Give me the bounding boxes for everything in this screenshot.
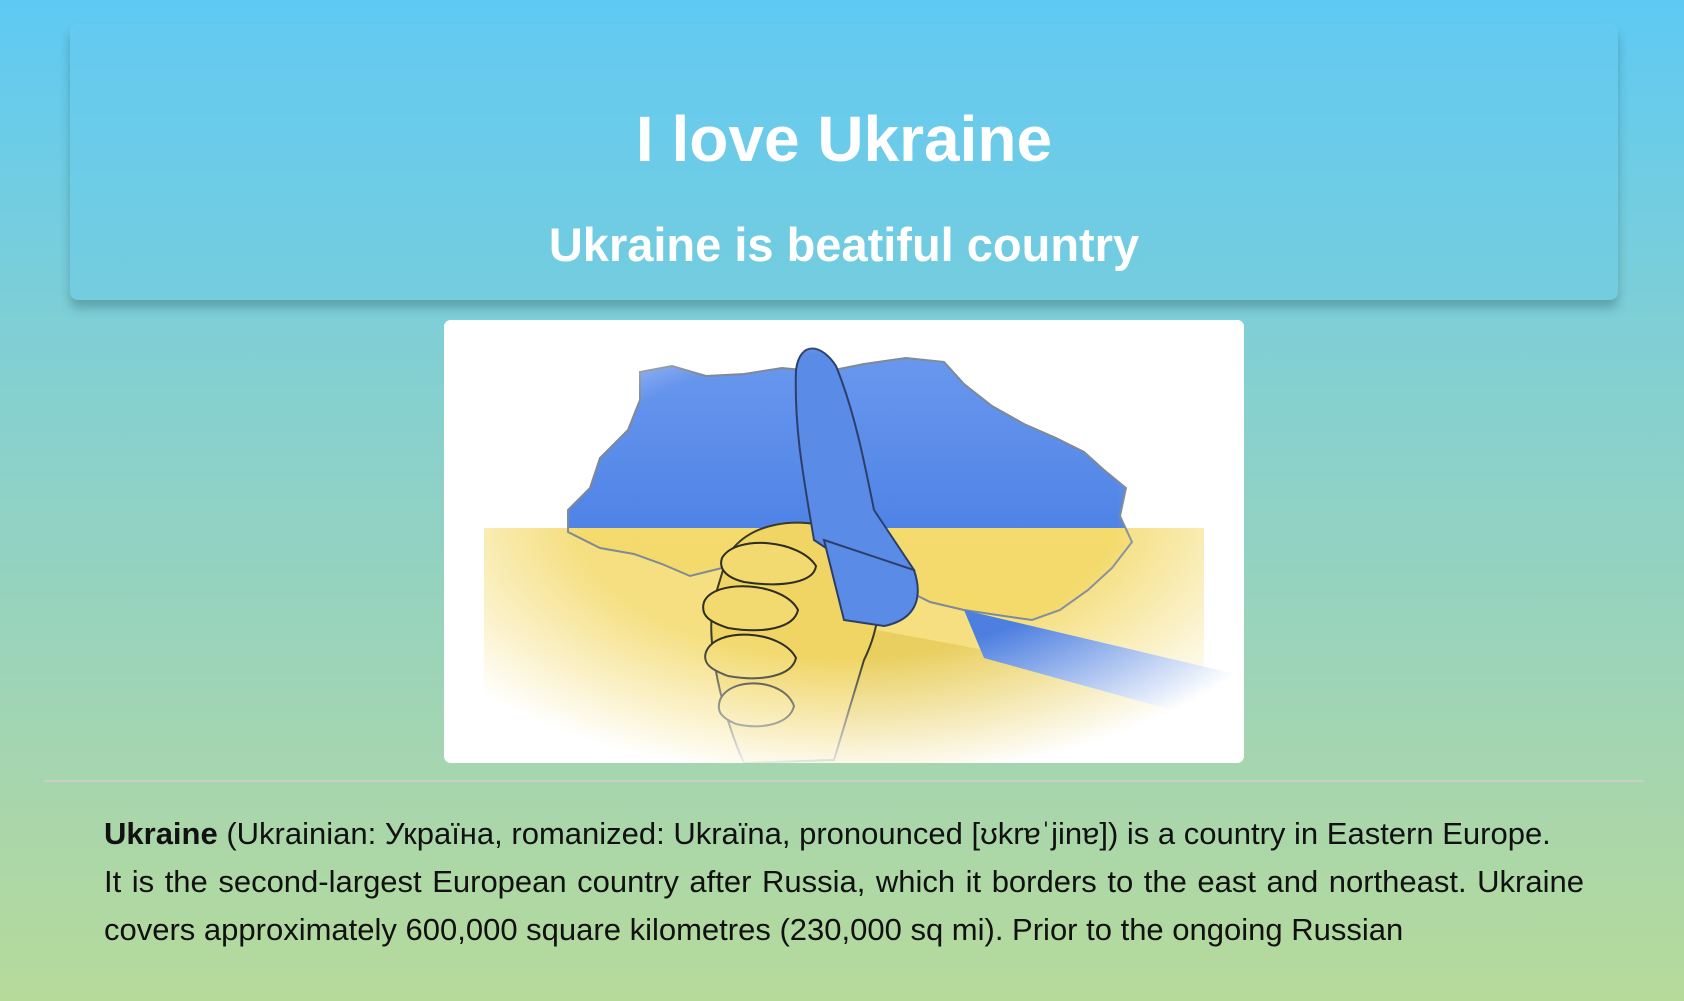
intro-term: Ukraine [104, 816, 218, 851]
second-paragraph: It is the second-largest European countr… [104, 864, 1584, 947]
ukraine-thumbs-up-image [444, 320, 1244, 763]
intro-paragraph: Ukraine (Ukrainian: Україна, romanized: … [104, 810, 1584, 858]
hero-banner: I love Ukraine Ukraine is beatiful count… [70, 24, 1618, 300]
intro-text: (Ukrainian: Україна, romanized: Ukraïna,… [217, 816, 1551, 851]
section-divider [44, 780, 1644, 782]
page-title: I love Ukraine [635, 103, 1053, 175]
article-body: Ukraine (Ukrainian: Україна, romanized: … [104, 810, 1584, 954]
page-subtitle: Ukraine is beatiful country [548, 218, 1140, 271]
